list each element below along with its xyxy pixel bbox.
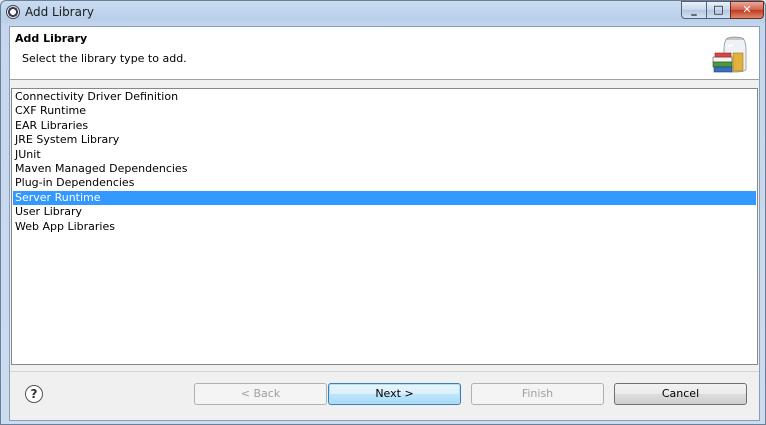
maximize-icon: □	[713, 3, 724, 16]
help-icon[interactable]: ?	[25, 385, 43, 403]
banner-description: Select the library type to add.	[22, 52, 187, 65]
eclipse-app-icon	[6, 5, 20, 19]
library-type-item[interactable]: Maven Managed Dependencies	[13, 162, 756, 176]
finish-button-label: Finish	[521, 387, 554, 400]
back-button-label: < Back	[240, 387, 281, 400]
library-type-item[interactable]: CXF Runtime	[13, 104, 756, 118]
wizard-banner: Add Library Select the library type to a…	[10, 27, 759, 80]
library-type-item[interactable]: Web App Libraries	[13, 220, 756, 234]
library-type-item[interactable]: JRE System Library	[13, 133, 756, 147]
window-title: Add Library	[25, 5, 95, 19]
library-type-item[interactable]: EAR Libraries	[13, 119, 756, 133]
close-button[interactable]: ✕	[730, 1, 764, 19]
library-type-item[interactable]: User Library	[13, 205, 756, 219]
maximize-button[interactable]: □	[706, 1, 731, 19]
button-bar-separator	[10, 371, 759, 372]
finish-button[interactable]: Finish	[471, 383, 604, 405]
library-type-item[interactable]: Server Runtime	[13, 190, 756, 205]
dialog-client-area: Add Library Select the library type to a…	[9, 26, 760, 421]
minimize-button[interactable]: _	[681, 1, 707, 19]
library-type-list[interactable]: Connectivity Driver Definition CXF Runtim…	[11, 88, 758, 365]
title-bar[interactable]: Add Library _ □ ✕	[1, 1, 766, 25]
library-type-item[interactable]: JUnit	[13, 148, 756, 162]
dialog-window: Add Library _ □ ✕ Add Library Select the…	[0, 0, 766, 425]
back-button[interactable]: < Back	[194, 383, 327, 405]
next-button[interactable]: Next >	[328, 383, 461, 405]
banner-title: Add Library	[15, 32, 88, 45]
library-type-item[interactable]: Connectivity Driver Definition	[13, 90, 756, 104]
close-icon: ✕	[742, 3, 752, 16]
next-button-label: Next >	[375, 387, 414, 400]
library-jar-books-icon	[712, 36, 747, 73]
cancel-button-label: Cancel	[661, 387, 700, 400]
library-type-item[interactable]: Plug-in Dependencies	[13, 176, 756, 190]
minimize-icon: _	[691, 3, 697, 16]
cancel-button[interactable]: Cancel	[614, 383, 747, 405]
